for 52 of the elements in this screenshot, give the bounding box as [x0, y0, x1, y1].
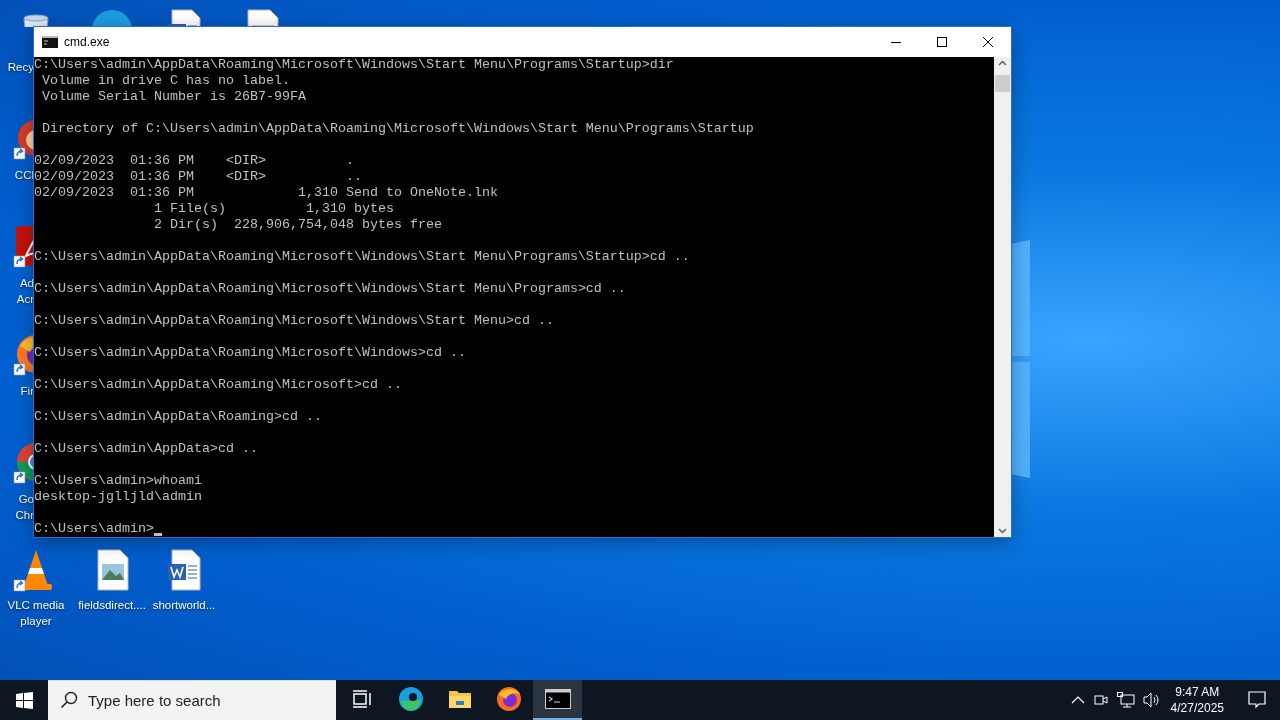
windows-icon — [15, 691, 33, 709]
icon-label: Recy — [6, 61, 34, 75]
console-line: 1 File(s) 1,310 bytes — [152, 201, 394, 217]
task-view-icon — [351, 690, 372, 708]
clock-time[interactable]: 9:47 AM — [1175, 684, 1220, 700]
search-field[interactable]: Type here to search — [48, 680, 336, 720]
console-line: C:\Users\admin\AppData\Roaming\Microsoft\Windows\Start Menu\Programs\Startup>cd .. — [34, 249, 690, 265]
icon-label: Fir — [19, 384, 34, 399]
chevron-up-icon[interactable] — [1070, 696, 1085, 704]
console-line: Volume in drive C has no label. — [41, 73, 290, 89]
clock-date[interactable]: 4/27/2025 — [1170, 700, 1224, 716]
console-line: C:\Users\admin\AppData\Roaming\Microsoft\Windows\Start Menu>cd .. — [34, 313, 554, 329]
scroll-up-icon[interactable] — [998, 60, 1007, 66]
console-prompt: C:\Users\admin> — [34, 521, 154, 537]
console-line: C:\Users\admin>whoami — [34, 473, 202, 489]
terminal-icon — [544, 689, 571, 709]
scroll-down-icon[interactable] — [998, 528, 1007, 534]
window-title: cmd.exe — [64, 35, 111, 49]
edge-icon — [397, 686, 424, 712]
maximize-icon — [937, 37, 947, 47]
console-line: Volume Serial Number is 26B7-99FA — [41, 89, 306, 105]
console-line: C:\Users\admin\AppData\Roaming\Microsoft\Windows>cd .. — [34, 345, 466, 361]
text-cursor — [154, 533, 162, 536]
notification-icon — [1248, 691, 1266, 709]
console-line: Directory of C:\Users\admin\AppData\Roaming\Microsoft\Windows\Start Menu\Programs\Startup — [41, 121, 754, 137]
icon-label: CCl — [13, 168, 34, 183]
volume-icon[interactable] — [1142, 692, 1161, 708]
network-icon[interactable] — [1116, 692, 1135, 708]
firefox-icon — [495, 686, 522, 712]
console-line: desktop-jglljld\admin — [34, 489, 202, 505]
camera-icon[interactable] — [1092, 692, 1109, 708]
close-icon — [982, 36, 994, 48]
search-icon — [60, 691, 78, 709]
icon-label: Go Chr — [14, 492, 34, 523]
icon-label: shortworld... — [151, 598, 217, 613]
console-line: C:\Users\admin\AppData\Roaming\Microsoft\Windows\Start Menu\Programs>cd .. — [34, 281, 626, 297]
console-line: 02/09/2023 01:36 PM <DIR> .. — [34, 169, 362, 185]
scrollbar[interactable] — [994, 57, 1011, 537]
folder-icon — [447, 689, 472, 709]
terminal-icon — [42, 36, 58, 48]
scroll-thumb[interactable] — [995, 75, 1010, 92]
icon-label: Ad Acr — [15, 276, 34, 307]
console-line: 02/09/2023 01:36 PM 1,310 Send to OneNote.lnk — [34, 185, 498, 201]
taskbar-app[interactable] — [533, 680, 582, 720]
console-line: 2 Dir(s) 228,906,754,048 bytes free — [152, 217, 442, 233]
console-line: C:\Users\admin\AppData\Roaming>cd .. — [34, 409, 322, 425]
icon-label: VLC media player — [6, 598, 66, 629]
console-line: C:\Users\admin\AppData\Roaming\Microsoft\Windows\Start Menu\Programs\Startup>dir — [34, 57, 674, 72]
console-line: C:\Users\admin\AppData\Roaming\Microsoft>cd .. — [34, 377, 402, 393]
console-line: 02/09/2023 01:36 PM <DIR> . — [34, 153, 354, 169]
icon-label: fieldsdirect.... — [78, 598, 146, 613]
console-line: C:\Users\admin\AppData>cd .. — [34, 441, 258, 457]
